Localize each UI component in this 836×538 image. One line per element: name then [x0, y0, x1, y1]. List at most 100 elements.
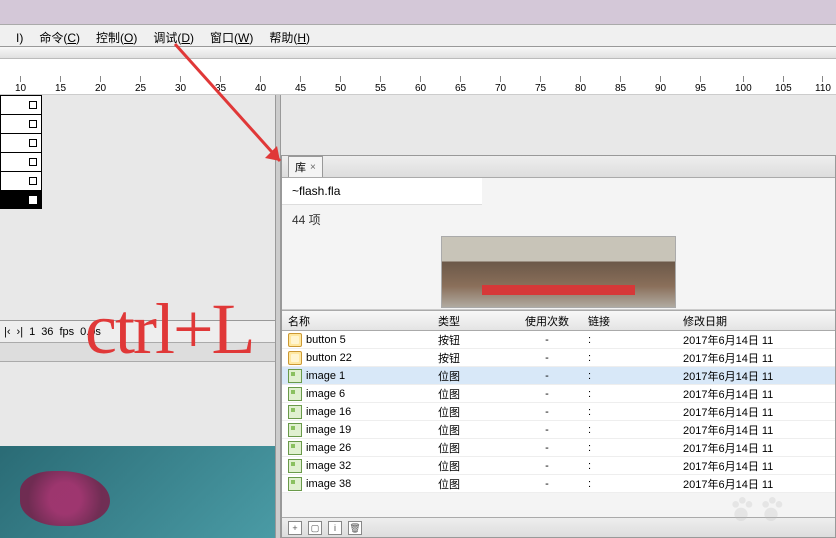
layer-row[interactable]	[0, 133, 42, 152]
ruler-tick: 100	[735, 76, 752, 94]
col-use-header[interactable]: 使用次数	[512, 311, 582, 331]
item-date: 2017年6月14日 11	[677, 438, 835, 458]
item-name: image 19	[306, 424, 351, 436]
properties-icon[interactable]: i	[328, 521, 342, 535]
item-link: :	[582, 422, 677, 438]
ruler-tick: 95	[695, 76, 706, 94]
bitmap-icon	[288, 459, 302, 473]
layer-row[interactable]	[0, 171, 42, 190]
item-date: 2017年6月14日 11	[677, 456, 835, 476]
ruler-tick: 60	[415, 76, 426, 94]
item-use: -	[512, 386, 582, 402]
new-symbol-icon[interactable]: +	[288, 521, 302, 535]
button-icon	[288, 333, 302, 347]
item-date: 2017年6月14日 11	[677, 366, 835, 386]
item-link: :	[582, 440, 677, 456]
panel-drag-bar[interactable]	[0, 342, 275, 362]
item-name: button 5	[306, 334, 346, 346]
table-row[interactable]: button 5按钮-:2017年6月14日 11	[282, 331, 835, 349]
item-use: -	[512, 422, 582, 438]
item-type: 位图	[432, 438, 512, 458]
table-row[interactable]: image 16位图-:2017年6月14日 11	[282, 403, 835, 421]
current-frame: 1	[29, 326, 35, 338]
layer-column	[0, 95, 42, 209]
item-name: button 22	[306, 352, 352, 364]
ruler-tick: 35	[215, 76, 226, 94]
fps-label: fps	[59, 326, 74, 338]
tab-label: 库	[295, 159, 306, 175]
item-name: image 1	[306, 370, 345, 382]
item-name: image 38	[306, 478, 351, 490]
table-row[interactable]: image 38 位图-:2017年6月14日 11	[282, 475, 835, 493]
item-date: 2017年6月14日 11	[677, 420, 835, 440]
item-use: -	[512, 440, 582, 456]
table-row[interactable]: image 19位图-:2017年6月14日 11	[282, 421, 835, 439]
table-row[interactable]: image 6位图-:2017年6月14日 11	[282, 385, 835, 403]
table-row[interactable]: image 1位图-:2017年6月14日 11	[282, 367, 835, 385]
bitmap-icon	[288, 369, 302, 383]
col-date-header[interactable]: 修改日期	[677, 311, 835, 331]
item-link: :	[582, 476, 677, 492]
item-use: -	[512, 350, 582, 366]
ruler-tick: 110	[815, 76, 831, 94]
elapsed-time: 0.0s	[80, 326, 101, 338]
ruler-tick: 75	[535, 76, 546, 94]
go-start-icon[interactable]: |‹	[4, 326, 11, 338]
menu-item[interactable]: I)	[8, 27, 31, 49]
layer-row[interactable]	[0, 95, 42, 114]
ruler-tick: 55	[375, 76, 386, 94]
bitmap-icon	[288, 423, 302, 437]
col-name-header[interactable]: 名称	[282, 311, 432, 331]
item-use: -	[512, 476, 582, 492]
table-row[interactable]: image 32位图-:2017年6月14日 11	[282, 457, 835, 475]
bitmap-icon	[288, 387, 302, 401]
timeline-ruler[interactable]: 1015202530354045505560657075808590951001…	[0, 59, 836, 95]
item-type: 位图	[432, 474, 512, 494]
button-icon	[288, 351, 302, 365]
library-tab-bar: 库 ×	[282, 156, 835, 178]
ruler-tick: 20	[95, 76, 106, 94]
menu-bar[interactable]: I)命令(C)控制(O)调试(D)窗口(W)帮助(H)	[0, 25, 836, 47]
item-type: 位图	[432, 384, 512, 404]
bitmap-icon	[288, 441, 302, 455]
layer-row-selected[interactable]	[0, 190, 42, 209]
table-header[interactable]: 名称 类型 使用次数 链接 修改日期	[282, 311, 835, 331]
menu-item[interactable]: 命令(C)	[31, 25, 88, 50]
menu-item[interactable]: 窗口(W)	[202, 25, 261, 50]
bitmap-icon	[288, 477, 302, 491]
item-name: image 26	[306, 442, 351, 454]
menu-item[interactable]: 帮助(H)	[261, 25, 318, 50]
item-type: 按钮	[432, 330, 512, 350]
fps-value: 36	[41, 326, 53, 338]
col-link-header[interactable]: 链接	[582, 311, 677, 331]
delete-icon[interactable]: 🗑	[348, 521, 362, 535]
item-link: :	[582, 386, 677, 402]
library-item-count: 44 项	[282, 205, 835, 234]
item-link: :	[582, 350, 677, 366]
table-row[interactable]: image 26 位图-:2017年6月14日 11	[282, 439, 835, 457]
col-type-header[interactable]: 类型	[432, 311, 512, 331]
go-end-icon[interactable]: ›|	[17, 326, 24, 338]
timeline-status-bar: |‹ ›| 1 36 fps 0.0s	[0, 320, 275, 342]
menu-item[interactable]: 调试(D)	[145, 25, 202, 50]
library-panel: 库 × ~flash.fla 44 项 名称 类型 使用次数 链接 修改日期 b…	[281, 155, 836, 538]
ruler-tick: 90	[655, 76, 666, 94]
close-icon[interactable]: ×	[310, 162, 316, 173]
item-date: 2017年6月14日 11	[677, 474, 835, 494]
item-use: -	[512, 404, 582, 420]
item-name: image 6	[306, 388, 345, 400]
layer-row[interactable]	[0, 152, 42, 171]
menu-item[interactable]: 控制(O)	[88, 25, 145, 50]
ruler-tick: 30	[175, 76, 186, 94]
ruler-tick: 65	[455, 76, 466, 94]
ruler-tick: 105	[775, 76, 792, 94]
new-folder-icon[interactable]: ▢	[308, 521, 322, 535]
item-date: 2017年6月14日 11	[677, 330, 835, 350]
preview-thumbnail	[441, 236, 676, 308]
item-name: image 32	[306, 460, 351, 472]
item-link: :	[582, 368, 677, 384]
library-tab[interactable]: 库 ×	[288, 156, 323, 177]
layer-row[interactable]	[0, 114, 42, 133]
table-row[interactable]: button 22按钮-:2017年6月14日 11	[282, 349, 835, 367]
library-document-name[interactable]: ~flash.fla	[282, 178, 482, 205]
